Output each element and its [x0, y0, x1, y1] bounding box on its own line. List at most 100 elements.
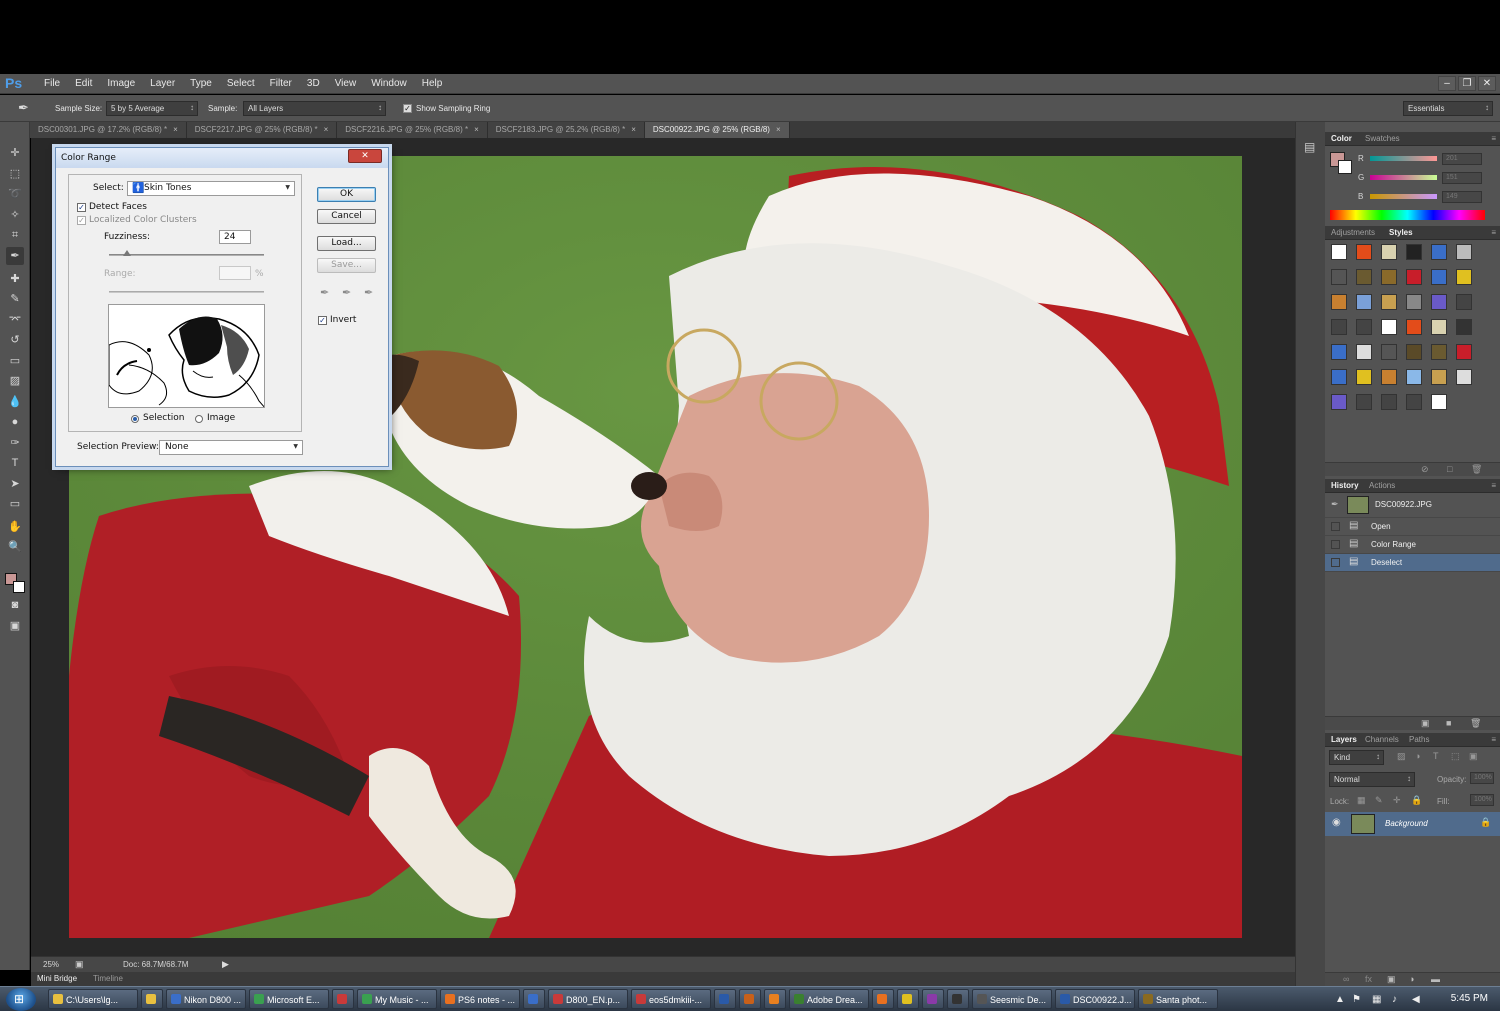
style-swatch[interactable]: [1356, 294, 1372, 310]
panel-menu-icon[interactable]: ≡: [1491, 228, 1496, 237]
move-tool-icon[interactable]: ✛: [6, 144, 24, 162]
source-checkbox[interactable]: [1331, 558, 1340, 567]
snapshot-camera-icon[interactable]: ■: [1446, 718, 1451, 728]
style-swatch[interactable]: [1356, 394, 1372, 410]
minimize-button[interactable]: –: [1438, 76, 1456, 91]
style-swatch[interactable]: [1431, 319, 1447, 335]
tab-layers[interactable]: Layers: [1331, 735, 1357, 744]
sample-select[interactable]: All Layers: [243, 101, 386, 116]
mini-bridge-tab[interactable]: Mini Bridge: [37, 974, 77, 983]
history-step[interactable]: ▤ Color Range: [1325, 536, 1500, 554]
layer-style-icon[interactable]: fx: [1365, 974, 1372, 984]
style-swatch[interactable]: [1331, 319, 1347, 335]
history-brush-tool-icon[interactable]: ↺: [6, 331, 24, 349]
tray-network-icon[interactable]: ▦: [1372, 994, 1381, 1005]
taskbar-button[interactable]: Santa phot...: [1138, 989, 1218, 1009]
panel-menu-icon[interactable]: ≡: [1491, 735, 1496, 744]
tab-close-icon[interactable]: ×: [173, 125, 178, 134]
channel-g-value[interactable]: 151: [1442, 172, 1482, 184]
style-swatch[interactable]: [1381, 269, 1397, 285]
menu-file[interactable]: File: [36, 78, 67, 89]
path-select-tool-icon[interactable]: ➤: [6, 475, 24, 493]
new-group-icon[interactable]: ▬: [1431, 974, 1440, 984]
style-swatch[interactable]: [1381, 319, 1397, 335]
eyedropper-tool-icon[interactable]: ✒: [6, 247, 24, 265]
lock-position-icon[interactable]: ✛: [1393, 795, 1401, 806]
taskbar-button[interactable]: [714, 989, 736, 1009]
tab-actions[interactable]: Actions: [1369, 481, 1395, 490]
style-swatch[interactable]: [1331, 244, 1347, 260]
quick-select-tool-icon[interactable]: ✧: [6, 206, 24, 224]
style-swatch[interactable]: [1406, 394, 1422, 410]
channel-b-slider[interactable]: [1370, 194, 1437, 199]
dodge-tool-icon[interactable]: ●: [6, 413, 24, 431]
tab-channels[interactable]: Channels: [1365, 735, 1399, 744]
background-color-chip[interactable]: [1338, 160, 1352, 174]
start-button[interactable]: ⊞: [6, 988, 36, 1011]
filter-type-icon[interactable]: T: [1433, 751, 1439, 761]
taskbar-button[interactable]: [764, 989, 786, 1009]
lasso-tool-icon[interactable]: ➰: [6, 185, 24, 203]
channel-g-slider[interactable]: [1370, 175, 1437, 180]
style-swatch[interactable]: [1431, 269, 1447, 285]
style-swatch[interactable]: [1331, 344, 1347, 360]
tab-adjustments[interactable]: Adjustments: [1331, 228, 1375, 237]
taskbar-button[interactable]: [523, 989, 545, 1009]
tab-close-icon[interactable]: ×: [776, 125, 781, 134]
lock-transparent-icon[interactable]: ▦: [1357, 795, 1366, 806]
tab-color[interactable]: Color: [1331, 134, 1352, 143]
filter-smart-object-icon[interactable]: ▣: [1469, 751, 1478, 762]
style-swatch[interactable]: [1356, 344, 1372, 360]
tray-volume-icon[interactable]: ◀: [1412, 994, 1420, 1005]
document-tab[interactable]: DSC00922.JPG @ 25% (RGB/8) ×: [644, 122, 790, 138]
channel-r-value[interactable]: 201: [1442, 153, 1482, 165]
menu-3d[interactable]: 3D: [299, 78, 327, 89]
marquee-tool-icon[interactable]: ⬚: [6, 165, 24, 183]
tab-paths[interactable]: Paths: [1409, 735, 1429, 744]
taskbar-button[interactable]: C:\Users\lg...: [48, 989, 138, 1009]
new-style-icon[interactable]: □: [1447, 464, 1452, 474]
quick-mask-icon[interactable]: ◙: [6, 596, 24, 614]
style-swatch[interactable]: [1431, 294, 1447, 310]
channel-b-value[interactable]: 149: [1442, 191, 1482, 203]
style-swatch[interactable]: [1381, 294, 1397, 310]
invert-checkbox[interactable]: ✓: [318, 316, 327, 325]
timeline-tab[interactable]: Timeline: [93, 974, 123, 983]
taskbar-button[interactable]: Seesmic De...: [972, 989, 1052, 1009]
color-spectrum-ramp[interactable]: [1330, 210, 1485, 220]
taskbar-button[interactable]: [739, 989, 761, 1009]
style-swatch[interactable]: [1381, 344, 1397, 360]
dialog-title-bar[interactable]: Color Range ✕: [56, 148, 388, 168]
dialog-close-button[interactable]: ✕: [348, 149, 382, 163]
taskbar-button[interactable]: Microsoft E...: [249, 989, 329, 1009]
style-swatch[interactable]: [1381, 369, 1397, 385]
tab-close-icon[interactable]: ×: [474, 125, 479, 134]
layer-name[interactable]: Background: [1385, 819, 1428, 828]
menu-filter[interactable]: Filter: [262, 78, 299, 89]
taskbar-button[interactable]: [332, 989, 354, 1009]
gradient-tool-icon[interactable]: ▨: [6, 372, 24, 390]
style-swatch[interactable]: [1356, 244, 1372, 260]
filter-pixel-icon[interactable]: ▨: [1397, 751, 1406, 762]
link-layers-icon[interactable]: ∞: [1343, 974, 1349, 984]
taskbar-button[interactable]: [922, 989, 944, 1009]
style-swatch[interactable]: [1331, 369, 1347, 385]
menu-image[interactable]: Image: [99, 78, 142, 89]
ok-button[interactable]: OK: [317, 187, 376, 202]
panel-menu-icon[interactable]: ≡: [1491, 481, 1496, 490]
menu-view[interactable]: View: [327, 78, 364, 89]
fuzziness-input[interactable]: 24: [219, 230, 251, 244]
document-tab[interactable]: DSCF2183.JPG @ 25.2% (RGB/8) * ×: [487, 122, 645, 138]
fill-input[interactable]: 100%: [1470, 794, 1494, 806]
taskbar-clock[interactable]: 5:45 PM: [1451, 993, 1488, 1004]
menu-help[interactable]: Help: [414, 78, 450, 89]
menu-type[interactable]: Type: [182, 78, 219, 89]
fuzziness-slider[interactable]: [109, 254, 264, 256]
taskbar-button[interactable]: Adobe Drea...: [789, 989, 869, 1009]
filter-adjustment-icon[interactable]: ◑: [1415, 751, 1420, 761]
history-step[interactable]: ▤ Open: [1325, 518, 1500, 536]
style-swatch[interactable]: [1331, 294, 1347, 310]
crop-tool-icon[interactable]: ⌗: [6, 226, 24, 244]
taskbar-button[interactable]: [947, 989, 969, 1009]
delete-state-icon[interactable]: 🗑: [1470, 718, 1481, 729]
